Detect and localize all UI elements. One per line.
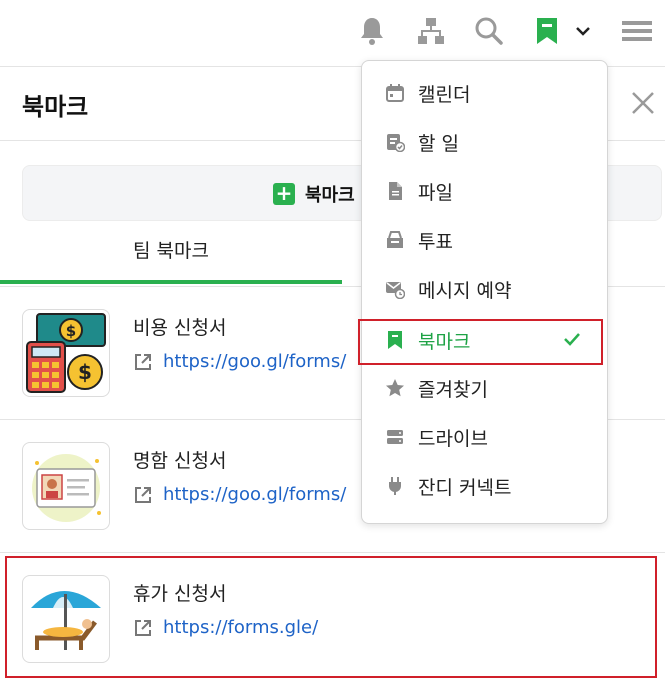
plug-icon xyxy=(384,475,406,497)
tab-team-label: 팀 북마크 xyxy=(133,240,209,262)
menu-item-label: 즐겨찾기 xyxy=(418,379,488,401)
svg-text:$: $ xyxy=(78,360,92,384)
menu-item-drive[interactable]: 드라이브 xyxy=(362,414,607,458)
search-icon[interactable] xyxy=(472,14,506,48)
menu-item-label: 캘린더 xyxy=(418,84,471,106)
active-tab-indicator xyxy=(0,280,342,284)
close-icon xyxy=(632,92,654,114)
top-bar xyxy=(0,0,665,67)
bookmark-title: 비용 신청서 xyxy=(133,317,227,339)
drive-icon xyxy=(384,426,406,448)
close-button[interactable] xyxy=(628,88,658,118)
bookmark-url[interactable]: https://goo.gl/forms/ xyxy=(163,484,346,505)
menu-item-calendar[interactable]: 캘린더 xyxy=(362,70,607,114)
menu-item-vote[interactable]: 투표 xyxy=(362,217,607,261)
plus-icon: + xyxy=(273,183,295,205)
business-card-icon xyxy=(22,442,110,530)
hamburger-menu-icon[interactable] xyxy=(620,14,654,48)
svg-text:$: $ xyxy=(66,322,76,340)
bookmark-url[interactable]: https://goo.gl/forms/ xyxy=(163,351,346,372)
menu-item-scheduled-message[interactable]: 메시지 예약 xyxy=(362,266,607,310)
menu-item-label: 투표 xyxy=(418,231,453,253)
bell-icon[interactable] xyxy=(355,14,389,48)
menu-item-label: 메시지 예약 xyxy=(418,280,512,302)
menu-item-file[interactable]: 파일 xyxy=(362,168,607,212)
star-icon xyxy=(384,377,406,399)
external-link-icon xyxy=(135,353,151,370)
highlight-box-row xyxy=(5,556,657,678)
bookmark-title: 명함 신청서 xyxy=(133,450,227,472)
menu-item-label: 할 일 xyxy=(418,133,459,155)
bookmark-icon[interactable] xyxy=(530,14,564,48)
calendar-icon xyxy=(384,82,406,104)
add-bookmark-label: 북마크 xyxy=(305,185,355,206)
vote-icon xyxy=(384,229,406,251)
menu-item-label: 파일 xyxy=(418,182,453,204)
org-chart-icon[interactable] xyxy=(414,14,448,48)
panel-title: 북마크 xyxy=(22,93,89,121)
menu-item-label: 드라이브 xyxy=(418,428,488,450)
external-link-icon xyxy=(135,486,151,503)
menu-item-label: 잔디 커넥트 xyxy=(418,477,512,499)
tab-team-bookmark[interactable]: 팀 북마크 xyxy=(0,226,342,284)
menu-item-connect[interactable]: 잔디 커넥트 xyxy=(362,463,607,507)
bookmark-link[interactable]: https://goo.gl/forms/ xyxy=(133,484,346,505)
menu-item-task[interactable]: 할 일 xyxy=(362,119,607,163)
file-icon xyxy=(384,180,406,202)
task-icon xyxy=(384,131,406,153)
menu-item-favorites[interactable]: 즐겨찾기 xyxy=(362,365,607,409)
expense-icon: $ $ xyxy=(22,309,110,397)
chevron-down-icon[interactable] xyxy=(566,14,600,48)
highlight-box-menu xyxy=(358,319,603,365)
bookmark-link[interactable]: https://goo.gl/forms/ xyxy=(133,351,346,372)
scheduled-message-icon xyxy=(384,278,406,300)
feature-dropdown-menu: 캘린더 할 일 파일 투표 메시지 예약 북마크 즐겨찾기 드라이브 잔디 커넥… xyxy=(361,60,608,524)
